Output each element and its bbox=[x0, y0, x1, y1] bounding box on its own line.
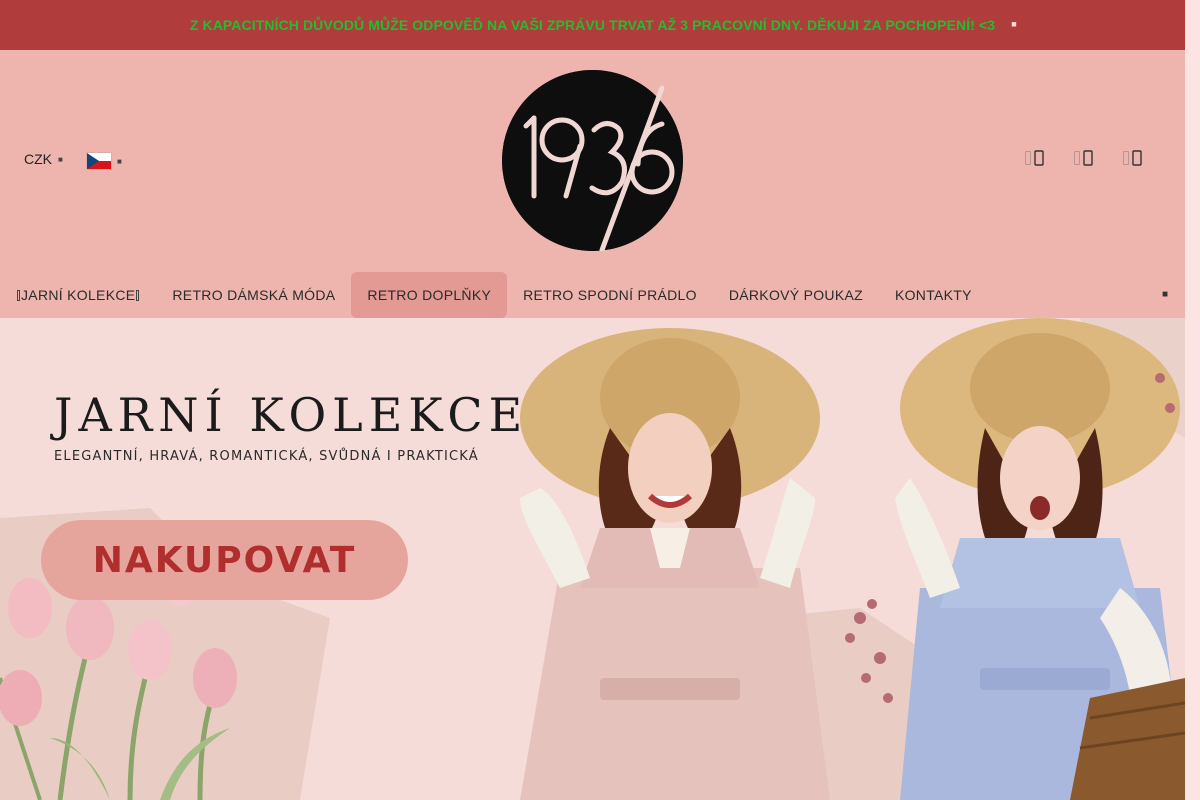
sparkle-icon bbox=[136, 289, 140, 301]
czech-flag-icon bbox=[87, 153, 111, 169]
hero-banner[interactable]: JARNÍ KOLEKCE ELEGANTNÍ, HRAVÁ, ROMANTIC… bbox=[0, 318, 1185, 800]
nav-item-label: RETRO DÁMSKÁ MÓDA bbox=[172, 287, 336, 303]
nav-item-kontakty[interactable]: KONTAKTY bbox=[879, 272, 988, 318]
chevron-down-icon: ■ bbox=[117, 156, 122, 166]
search-icon[interactable] bbox=[1025, 150, 1044, 166]
announcement-bar: Z KAPACITNÍCH DŮVODŮ MŮŽE ODPOVĚĎ NA VAŠ… bbox=[0, 0, 1185, 50]
chevron-down-icon: ■ bbox=[58, 154, 63, 164]
nav-item-jarni-kolekce[interactable]: JARNÍ KOLEKCE bbox=[16, 272, 156, 318]
announcement-text: Z KAPACITNÍCH DŮVODŮ MŮŽE ODPOVĚĎ NA VAŠ… bbox=[189, 17, 996, 33]
close-icon[interactable]: ■ bbox=[1008, 17, 1020, 31]
nav-item-label: KONTAKTY bbox=[894, 287, 972, 303]
user-icon[interactable] bbox=[1074, 150, 1093, 166]
nav-item-darkovy-poukaz[interactable]: DÁRKOVÝ POUKAZ bbox=[713, 272, 879, 318]
nav-scroll-right-icon[interactable]: ■ bbox=[1162, 289, 1170, 301]
hero-subtitle: ELEGANTNÍ, HRAVÁ, ROMANTICKÁ, SVŮDNÁ I P… bbox=[54, 449, 479, 464]
nav-item-retro-doplnky[interactable]: RETRO DOPLŇKY bbox=[351, 272, 508, 318]
logo-1936-icon bbox=[502, 70, 683, 253]
hero-title: JARNÍ KOLEKCE bbox=[54, 388, 529, 442]
nav-item-label: RETRO DOPLŇKY bbox=[367, 287, 492, 303]
main-nav: JARNÍ KOLEKCE RETRO DÁMSKÁ MÓDA RETRO DO… bbox=[0, 272, 1185, 318]
language-selector[interactable]: ■ bbox=[87, 153, 122, 169]
nav-item-retro-spodni-pradlo[interactable]: RETRO SPODNÍ PRÁDLO bbox=[507, 272, 713, 318]
site-header: CZK ■ ■ bbox=[0, 50, 1185, 272]
nav-item-retro-damska-moda[interactable]: RETRO DÁMSKÁ MÓDA bbox=[156, 272, 351, 318]
nav-item-label: RETRO SPODNÍ PRÁDLO bbox=[523, 287, 697, 303]
nav-item-label: JARNÍ KOLEKCE bbox=[21, 287, 136, 303]
currency-label: CZK bbox=[24, 151, 52, 167]
site-logo[interactable] bbox=[502, 70, 683, 253]
nav-item-label: DÁRKOVÝ POUKAZ bbox=[728, 287, 863, 303]
cart-icon[interactable] bbox=[1123, 150, 1142, 166]
shop-now-button[interactable]: NAKUPOVAT bbox=[41, 520, 408, 600]
currency-selector[interactable]: CZK ■ bbox=[24, 151, 63, 167]
header-actions bbox=[1025, 150, 1142, 166]
sparkle-icon bbox=[17, 289, 20, 301]
